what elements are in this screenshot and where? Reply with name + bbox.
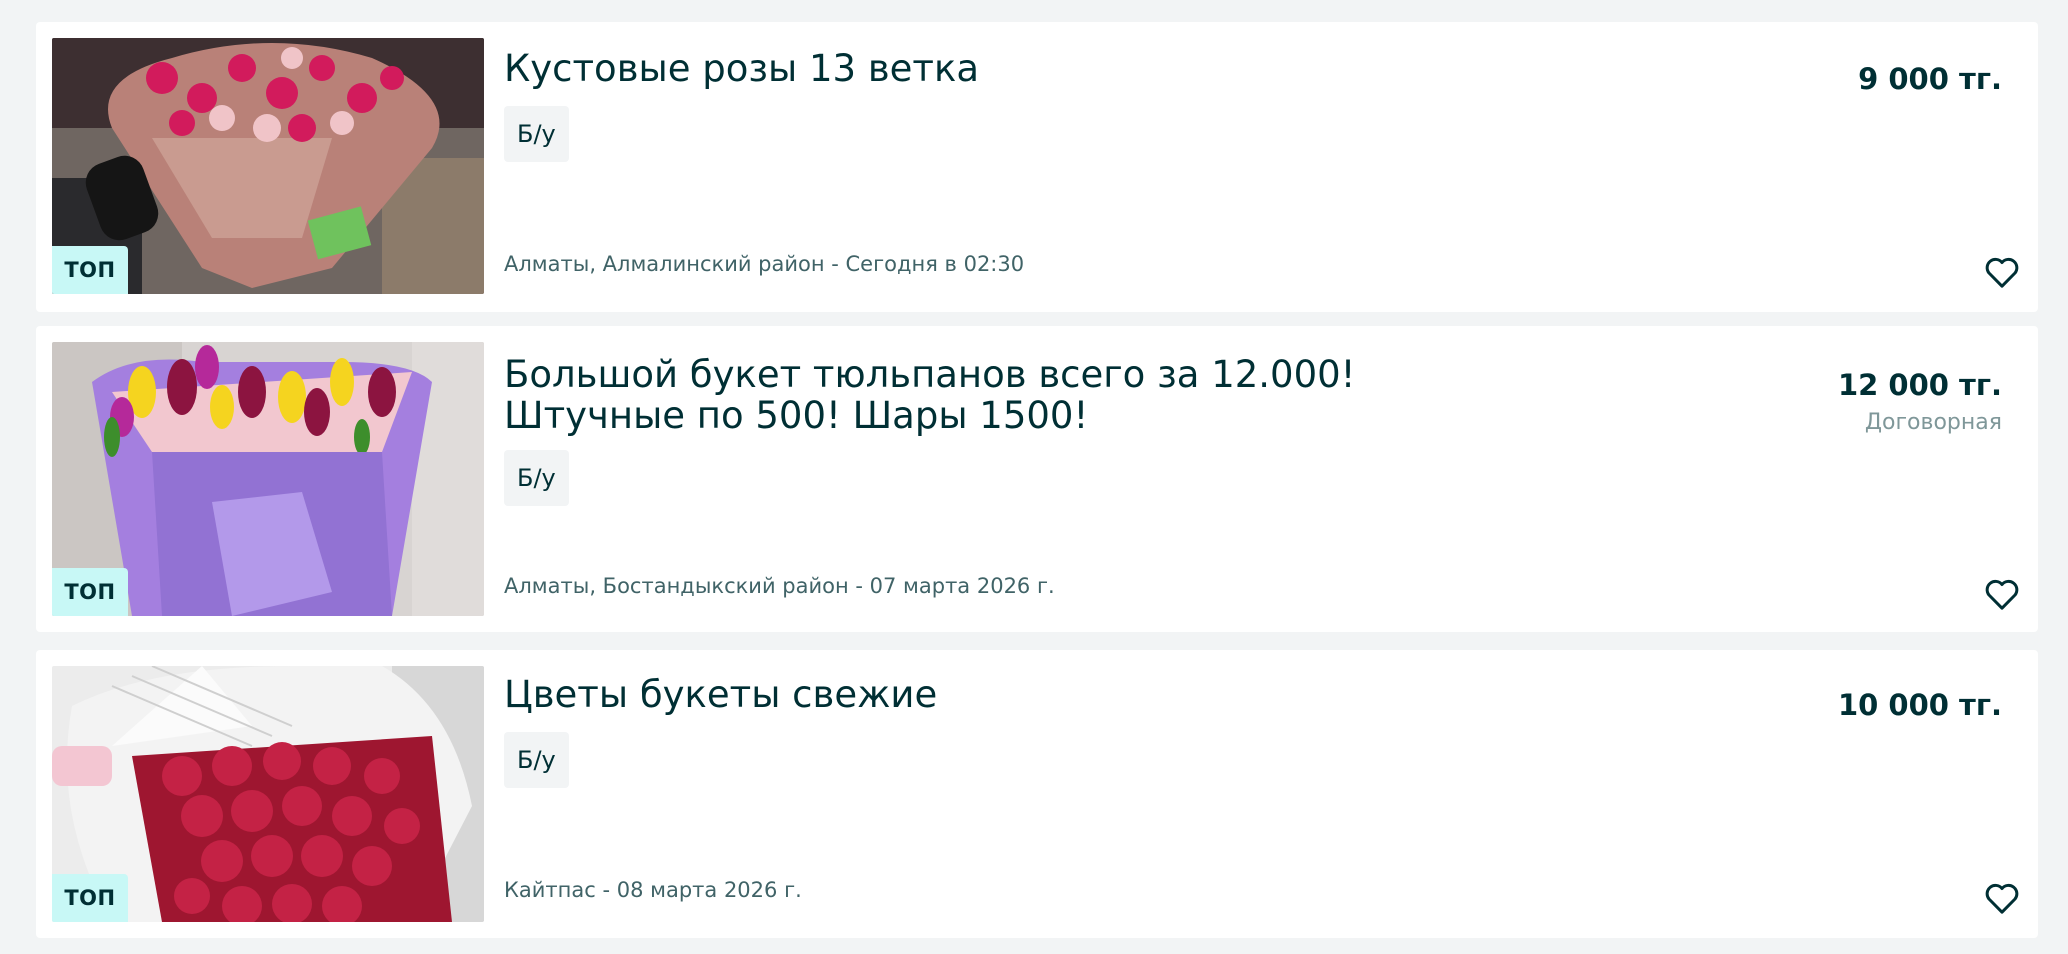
condition-tag: Б/у [504,450,569,506]
top-badge: ТОП [52,568,128,616]
top-badge: ТОП [52,874,128,922]
heart-icon[interactable] [1982,574,2022,614]
listing-card[interactable]: ТОП Большой букет тюльпанов всего за 12.… [36,326,2038,632]
listing-price: 9 000 тг. [1858,62,2002,96]
listing-title-line[interactable]: Кустовые розы 13 ветка [504,47,979,90]
location-date: Алматы, Алмалинский район - Сегодня в 02… [504,252,1025,276]
listing-card[interactable]: ТОП Цветы букеты свежие Б/у Кайтпас - 08… [36,650,2038,938]
listing-title-line[interactable]: Большой букет тюльпанов всего за 12.000! [504,353,1356,396]
listing-photo[interactable]: ТОП [52,666,484,922]
condition-tag: Б/у [504,732,569,788]
listing-title[interactable]: Большой букет тюльпанов всего за 12.000!… [504,354,1604,436]
condition-tag: Б/у [504,106,569,162]
listing-price: 12 000 тг. [1837,368,2002,402]
listing-photo[interactable]: ТОП [52,342,484,616]
listing-price: 10 000 тг. [1837,688,2002,722]
listing-title[interactable]: Кустовые розы 13 ветка [504,48,1604,89]
location-date: Кайтпас - 08 марта 2026 г. [504,878,802,902]
listing-title-line[interactable]: Цветы букеты свежие [504,673,937,716]
heart-icon[interactable] [1982,252,2022,292]
negotiable-label: Договорная [1864,410,2002,435]
listing-title[interactable]: Цветы букеты свежие [504,674,1604,715]
top-badge: ТОП [52,246,128,294]
listing-card[interactable]: ТОП Кустовые розы 13 ветка Б/у Алматы, А… [36,22,2038,312]
heart-icon[interactable] [1982,878,2022,918]
location-date: Алматы, Бостандыкский район - 07 марта 2… [504,574,1055,598]
listing-photo[interactable]: ТОП [52,38,484,294]
listing-title-line[interactable]: Штучные по 500! Шары 1500! [504,394,1088,437]
